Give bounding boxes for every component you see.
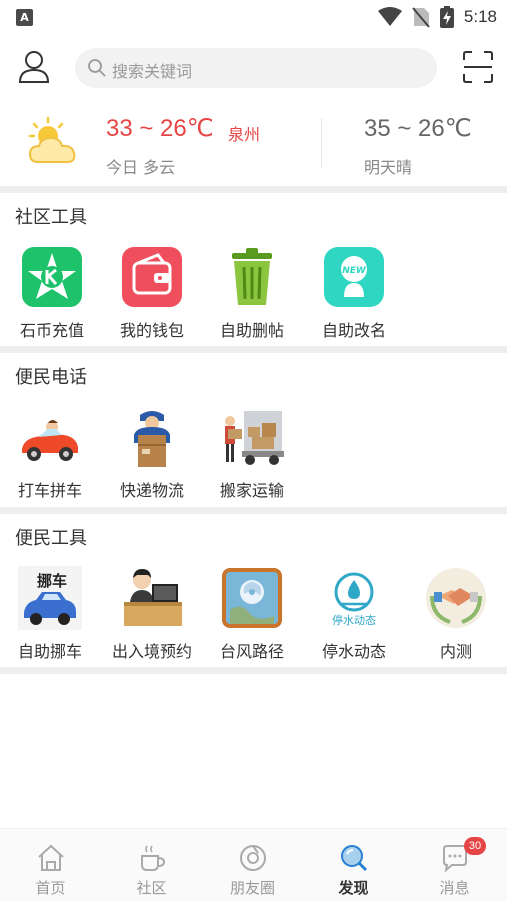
tool-label: 我的钱包 — [119, 321, 184, 340]
tool-label: 停水动态 — [321, 642, 386, 661]
tool-water-outage[interactable]: 停水动态 停水动态 — [304, 560, 404, 661]
courier-icon — [134, 411, 170, 467]
tomorrow-temperature: 35 ~ 26℃ — [364, 115, 472, 142]
search-bar[interactable]: 搜索关键词 — [75, 48, 437, 88]
tool-coin-recharge[interactable]: 石币充值 — [2, 239, 102, 340]
tool-immigration-appointment[interactable]: 出入境预约 — [102, 560, 202, 661]
tab-discover[interactable]: 发现 — [303, 829, 404, 901]
water-outage-icon: 停水动态 — [322, 566, 386, 630]
convenience-tools-grid: 挪车 自助挪车 出入境预约 台风路径 停水动态 停水动态 内测 — [0, 560, 507, 661]
tool-label: 自助挪车 — [17, 642, 82, 661]
search-icon — [88, 59, 106, 77]
section-title: 社区工具 — [15, 207, 87, 228]
status-bar: A 5:18 — [0, 0, 507, 34]
typhoon-icon — [222, 568, 282, 628]
partly-cloudy-icon — [28, 116, 76, 163]
tool-self-delete-post[interactable]: 自助删帖 — [202, 239, 302, 340]
community-tools-grid: 石币充值 我的钱包 自助删帖 NEW 自助改名 — [0, 239, 507, 340]
tool-label: 搬家运输 — [219, 481, 284, 500]
tool-label: 石币充值 — [19, 321, 84, 340]
tab-label: 社区 — [136, 879, 167, 897]
handshake-icon — [426, 568, 486, 628]
tab-label: 发现 — [338, 879, 369, 897]
clock: 5:18 — [463, 7, 497, 26]
unread-badge: 30 — [464, 837, 486, 855]
tab-community[interactable]: 社区 — [101, 829, 202, 901]
tab-home[interactable]: 首页 — [0, 829, 101, 901]
tool-typhoon-path[interactable]: 台风路径 — [202, 560, 302, 661]
city-name[interactable]: 泉州 — [228, 121, 260, 145]
tab-messages[interactable]: 30 消息 — [404, 829, 505, 901]
tool-label: 打车拼车 — [17, 481, 82, 500]
tool-label: 台风路径 — [219, 642, 284, 661]
community-tools-section: 社区工具 石币充值 我的钱包 自助删帖 NEW 自助改名 — [0, 193, 507, 346]
new-name-icon: NEW — [324, 247, 384, 307]
weather-widget[interactable]: 33 ~ 26℃ 泉州 今日 多云 35 ~ 26℃ 明天晴 — [0, 108, 507, 184]
bottom-tab-bar: 首页 社区 朋友圈 发现 30 消息 — [0, 828, 507, 901]
phone-moving[interactable]: 搬家运输 — [202, 399, 302, 500]
wallet-icon — [122, 247, 182, 307]
tool-label: 快递物流 — [119, 481, 184, 500]
tab-label: 首页 — [35, 879, 66, 897]
moving-truck-icon — [225, 411, 284, 465]
today-description: 今日 多云 — [106, 158, 176, 177]
moments-icon — [240, 845, 266, 871]
water-outage-text: 停水动态 — [332, 613, 376, 627]
tool-label: 自助改名 — [321, 321, 386, 340]
convenience-tools-section: 便民工具 挪车 自助挪车 出入境预约 台风路径 停水动态 停水动态 内测 — [0, 514, 507, 667]
user-profile-icon[interactable] — [18, 50, 50, 84]
section-title: 便民电话 — [15, 367, 87, 388]
service-phone-grid: 打车拼车 快递物流 搬家运输 — [0, 399, 507, 500]
section-divider — [0, 507, 507, 514]
tomorrow-description: 明天晴 — [364, 158, 413, 177]
today-temperature: 33 ~ 26℃ — [106, 115, 214, 142]
weather-divider — [321, 118, 322, 168]
svg-text:NEW: NEW — [342, 266, 367, 276]
home-icon — [38, 844, 64, 871]
k-coin-icon — [22, 247, 82, 307]
move-car-icon: 挪车 — [18, 566, 82, 630]
wifi-icon — [377, 7, 402, 26]
phone-taxi-carpool[interactable]: 打车拼车 — [0, 399, 100, 500]
section-divider — [0, 667, 507, 674]
app-notification-icon: A — [16, 9, 33, 26]
service-phone-section: 便民电话 打车拼车 快递物流 搬家运输 — [0, 353, 507, 507]
battery-charging-icon — [439, 6, 454, 28]
phone-courier[interactable]: 快递物流 — [102, 399, 202, 500]
discover-icon — [341, 845, 368, 872]
trash-icon — [232, 248, 272, 305]
tool-internal-test[interactable]: 内测 — [406, 560, 506, 661]
top-header: 搜索关键词 — [0, 44, 507, 92]
tool-my-wallet[interactable]: 我的钱包 — [102, 239, 202, 340]
no-sim-icon — [412, 7, 430, 28]
coffee-icon — [141, 845, 166, 871]
tab-label: 朋友圈 — [229, 879, 275, 897]
scan-icon[interactable] — [462, 50, 494, 84]
taxi-icon — [22, 420, 78, 461]
tab-moments[interactable]: 朋友圈 — [202, 829, 303, 901]
tool-move-car[interactable]: 挪车 自助挪车 — [0, 560, 100, 661]
tool-label: 自助删帖 — [219, 321, 284, 340]
tool-label: 出入境预约 — [111, 642, 192, 661]
section-title: 便民工具 — [15, 528, 87, 549]
section-divider — [0, 346, 507, 353]
move-car-text: 挪车 — [37, 572, 67, 590]
tab-label: 消息 — [439, 879, 470, 897]
tool-self-rename[interactable]: NEW 自助改名 — [304, 239, 404, 340]
status-icons: 5:18 — [377, 5, 497, 29]
search-input[interactable]: 搜索关键词 — [112, 58, 192, 82]
tool-label: 内测 — [439, 642, 472, 661]
immigration-icon — [124, 569, 182, 626]
section-divider — [0, 186, 507, 193]
